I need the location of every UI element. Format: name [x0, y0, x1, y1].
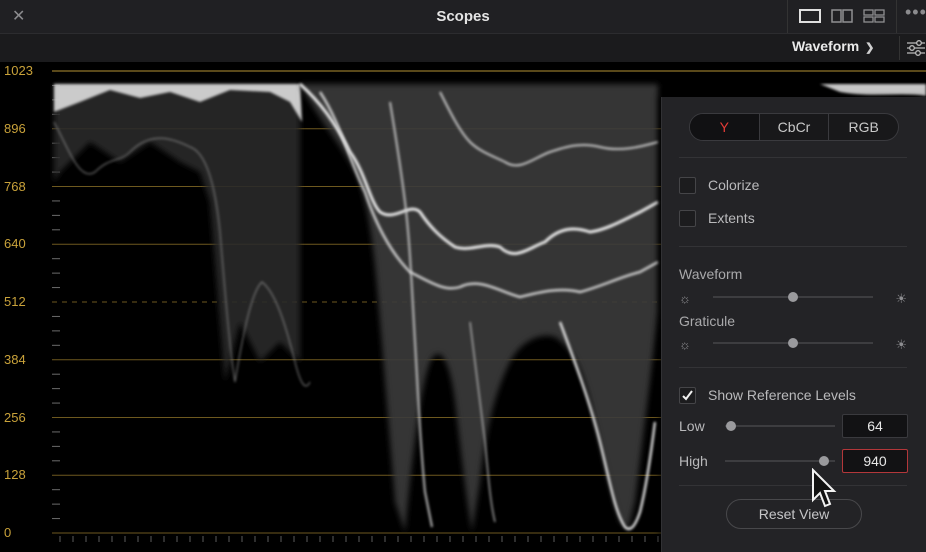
sun-bright-icon: ☀ [895, 291, 907, 306]
axis-tick-label: 896 [4, 120, 26, 136]
extents-checkbox[interactable] [679, 210, 696, 227]
scope-type-dropdown[interactable]: Waveform ❯ [792, 38, 874, 54]
axis-tick-label: 128 [4, 467, 26, 483]
scope-toolbar: Waveform ❯ [0, 34, 926, 62]
high-slider-thumb[interactable] [819, 456, 829, 466]
panel-divider [679, 246, 907, 247]
settings-sliders-icon[interactable] [907, 40, 925, 56]
high-value-input[interactable]: 940 [842, 449, 908, 473]
scope-settings-panel: Y CbCr RGB Colorize Extents Waveform ☼ ☀… [661, 97, 926, 552]
waveform-brightness-label: Waveform [679, 266, 743, 282]
toolbar-divider [899, 36, 900, 60]
graticule-brightness-label: Graticule [679, 313, 736, 329]
mouse-cursor-icon [812, 468, 837, 508]
low-slider-thumb[interactable] [726, 421, 736, 431]
dual-view-icon[interactable] [831, 9, 853, 23]
sun-dim-icon: ☼ [679, 337, 691, 352]
title-bar: ✕ Scopes ••• [0, 0, 926, 34]
low-slider-track[interactable] [725, 425, 835, 427]
colorize-label: Colorize [708, 177, 760, 193]
axis-tick-label: 640 [4, 236, 26, 252]
sun-dim-icon: ☼ [679, 291, 691, 306]
mode-segmented-control: Y CbCr RGB [689, 113, 899, 141]
low-level-row: Low 64 [679, 414, 909, 438]
mode-rgb-button[interactable]: RGB [829, 114, 898, 140]
panel-divider [679, 157, 907, 158]
layout-buttons [787, 0, 897, 33]
single-view-icon[interactable] [799, 9, 821, 23]
slider-thumb[interactable] [788, 338, 798, 348]
quad-view-icon[interactable] [863, 9, 885, 23]
show-reference-levels-label: Show Reference Levels [708, 387, 856, 403]
checkmark-icon [682, 390, 693, 401]
show-reference-levels-checkbox[interactable] [679, 387, 696, 404]
panel-divider [679, 367, 907, 368]
reset-view-button[interactable]: Reset View [726, 499, 862, 529]
axis-tick-label: 256 [4, 409, 26, 425]
axis-tick-label: 768 [4, 178, 26, 194]
waveform-brightness-slider[interactable]: ☼ ☀ [679, 289, 907, 306]
low-value-input[interactable]: 64 [842, 414, 908, 438]
high-level-row: High 940 [679, 449, 909, 473]
chevron-down-icon: ❯ [865, 42, 875, 54]
axis-tick-label: 384 [4, 351, 26, 367]
axis-tick-label: 512 [4, 294, 26, 309]
more-options-icon[interactable]: ••• [905, 2, 926, 23]
scope-type-label: Waveform [792, 38, 860, 54]
slider-thumb[interactable] [788, 292, 798, 302]
panel-divider [679, 485, 907, 486]
low-label: Low [679, 418, 705, 434]
graticule-brightness-slider[interactable]: ☼ ☀ [679, 335, 907, 352]
axis-tick-label: 1023 [4, 63, 33, 78]
mode-cbcr-button[interactable]: CbCr [760, 114, 830, 140]
extents-label: Extents [708, 210, 755, 226]
high-label: High [679, 453, 708, 469]
sun-bright-icon: ☀ [895, 337, 907, 352]
axis-tick-label: 0 [4, 525, 12, 540]
colorize-checkbox[interactable] [679, 177, 696, 194]
mode-y-button[interactable]: Y [690, 114, 760, 140]
